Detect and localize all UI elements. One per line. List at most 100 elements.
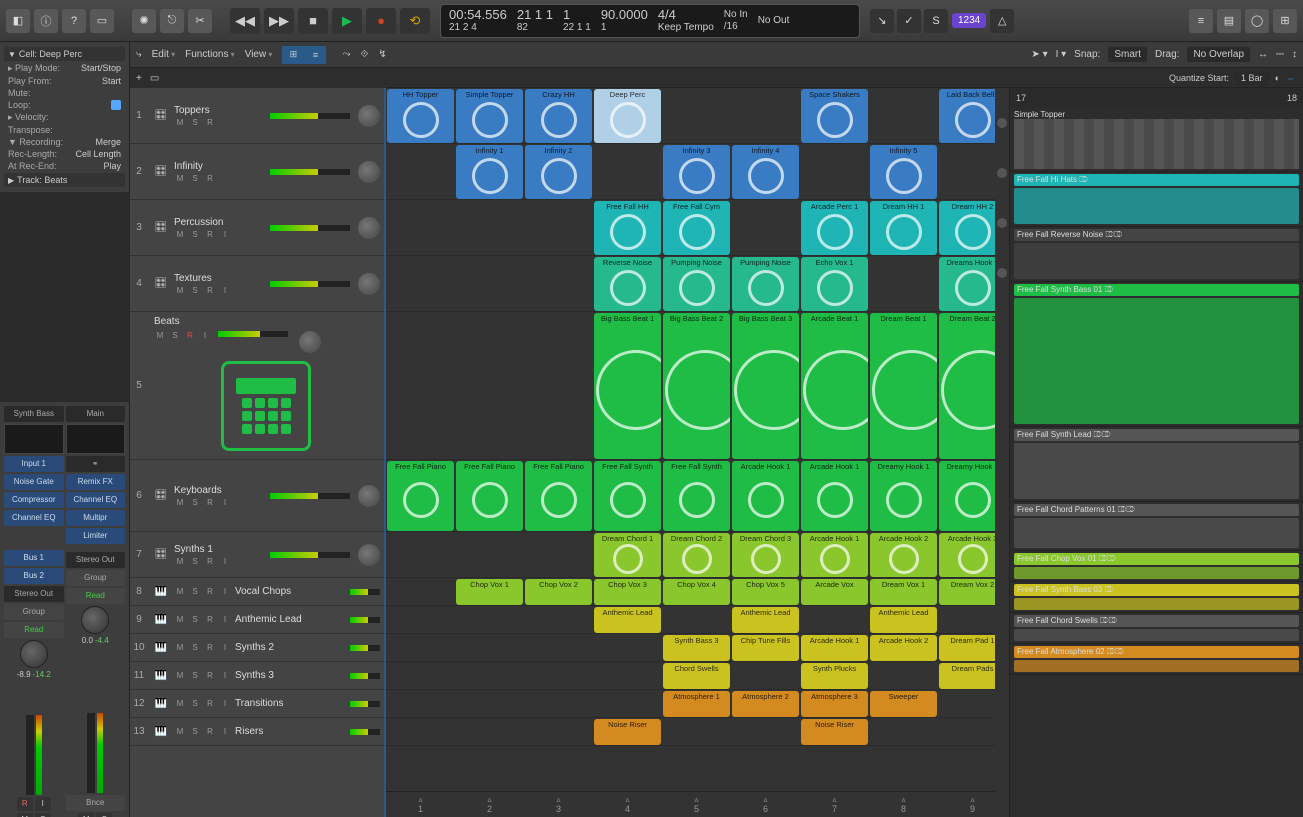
loop-cell[interactable]: Arcade Hook 3 <box>939 533 995 577</box>
scene-trigger[interactable]: ▵4 <box>593 792 662 817</box>
play-button[interactable]: ▶ <box>332 8 362 34</box>
loop-cell[interactable]: Arcade Hook 1 <box>801 635 868 661</box>
track-row[interactable]: 8 🎹 MSRI Vocal Chops <box>130 578 384 606</box>
loop-cell[interactable]: Anthemic Lead <box>870 607 937 633</box>
loop-cell[interactable]: Arcade Hook 1 <box>801 461 868 531</box>
loop-cell[interactable]: Chop Vox 4 <box>663 579 730 605</box>
library-button[interactable]: ◧ <box>6 9 30 33</box>
timeline-ruler[interactable]: 1718 <box>1010 88 1303 108</box>
loop-cell[interactable]: Crazy HH <box>525 89 592 143</box>
inspector-cell-header[interactable]: ▼Cell: Deep Perc <box>4 47 125 61</box>
empty-cell[interactable] <box>387 579 454 605</box>
empty-cell[interactable] <box>732 663 799 689</box>
loop-cell[interactable]: Reverse Noise <box>594 257 661 311</box>
empty-cell[interactable] <box>663 719 730 745</box>
text-tool[interactable]: I ▾ <box>1056 49 1067 60</box>
pan-knob[interactable] <box>358 544 380 566</box>
loop-cell[interactable]: Anthemic Lead <box>732 607 799 633</box>
cycle-button[interactable]: ⟲ <box>400 8 430 34</box>
loop-cell[interactable]: Chop Vox 2 <box>525 579 592 605</box>
loop-cell[interactable]: Dream Chord 2 <box>663 533 730 577</box>
empty-cell[interactable] <box>387 257 454 311</box>
track-row[interactable]: 12 🎹 MSRI Transitions <box>130 690 384 718</box>
zoom-h-icon[interactable]: ↔ <box>1258 49 1268 60</box>
loop-cell[interactable]: Chop Vox 1 <box>456 579 523 605</box>
timeline-region[interactable]: Simple Topper <box>1010 108 1303 172</box>
list-button[interactable]: ≡ <box>1189 9 1213 33</box>
track-row[interactable]: 10 🎹 MSRI Synths 2 <box>130 634 384 662</box>
autopunch-button[interactable]: ✓ <box>897 9 921 33</box>
loop-cell[interactable]: Dream Chord 3 <box>732 533 799 577</box>
timeline-region[interactable]: Free Fall Chord Patterns 01 ⎄⎄ <box>1010 502 1303 551</box>
waveform-zoom-icon[interactable]: ⎓ <box>1276 49 1284 60</box>
inspector-track-header[interactable]: ▶Track: Beats <box>4 173 125 187</box>
rewind-button[interactable]: ◀◀ <box>230 8 260 34</box>
empty-cell[interactable] <box>387 635 454 661</box>
loop-cell[interactable]: Noise Riser <box>594 719 661 745</box>
quantize-icon[interactable]: ◐ <box>1275 73 1280 83</box>
pan-knob[interactable] <box>358 217 380 239</box>
forward-button[interactable]: ▶▶ <box>264 8 294 34</box>
loop-row[interactable]: Loop: <box>4 99 125 111</box>
pan-knob[interactable] <box>358 161 380 183</box>
loop-cell[interactable]: Pumping Noise <box>663 257 730 311</box>
loop-cell[interactable]: Synth Bass 3 <box>663 635 730 661</box>
empty-cell[interactable] <box>870 89 937 143</box>
replace-button[interactable]: ↘ <box>870 9 894 33</box>
mute-button[interactable]: M <box>78 813 94 817</box>
smart-controls-button[interactable]: ✺ <box>132 9 156 33</box>
quick-help-button[interactable]: ? <box>62 9 86 33</box>
record-button[interactable]: ● <box>366 8 396 34</box>
recording-row[interactable]: ▼ Recording:Merge <box>4 136 125 148</box>
grid-view-toggle[interactable]: ⊞ <box>282 46 304 64</box>
pointer-tool[interactable]: ➤ ▾ <box>1031 49 1047 60</box>
loop-browser-button[interactable]: ◯ <box>1245 9 1269 33</box>
empty-cell[interactable] <box>939 145 995 199</box>
loop-cell[interactable]: Atmosphere 2 <box>732 691 799 717</box>
loop-cell[interactable]: Dream HH 1 <box>870 201 937 255</box>
track-row[interactable]: 5 Beats MSRI <box>130 312 384 460</box>
empty-cell[interactable] <box>456 201 523 255</box>
empty-cell[interactable] <box>525 201 592 255</box>
input-mon[interactable]: I <box>35 797 51 811</box>
timeline-region[interactable]: Free Fall Synth Lead ⎄⎄ <box>1010 427 1303 502</box>
loop-cell[interactable]: Simple Topper <box>456 89 523 143</box>
empty-cell[interactable] <box>456 533 523 577</box>
loop-cell[interactable]: Big Bass Beat 1 <box>594 313 661 459</box>
row-trigger[interactable] <box>997 218 1007 228</box>
lcd-display[interactable]: 00:54.55621 2 4 21 1 182 122 1 1 90.0000… <box>440 4 860 38</box>
list-view-toggle[interactable]: ≡ <box>304 46 326 64</box>
drag-dropdown[interactable]: No Overlap <box>1187 47 1250 62</box>
expand-icon[interactable]: ⇔ <box>1286 73 1295 83</box>
mute-row[interactable]: Mute: <box>4 87 125 99</box>
velocity-row[interactable]: ▸ Velocity: <box>4 111 125 124</box>
empty-cell[interactable] <box>456 313 523 459</box>
toolbar-button[interactable]: ▭ <box>90 9 114 33</box>
empty-cell[interactable] <box>939 607 995 633</box>
loop-cell[interactable]: Arcade Vox <box>801 579 868 605</box>
local-menu-icon[interactable]: ⤷ <box>136 49 142 60</box>
loop-cell[interactable]: HH Topper <box>387 89 454 143</box>
browser-button[interactable]: ⊞ <box>1273 9 1297 33</box>
count-in-button[interactable]: 1234 <box>952 13 986 28</box>
timeline-region[interactable]: Free Fall Hi Hats ⎄ <box>1010 172 1303 227</box>
inspector-button[interactable]: ⓘ <box>34 9 58 33</box>
empty-cell[interactable] <box>387 533 454 577</box>
solo-button[interactable]: S <box>96 813 112 817</box>
track-row[interactable]: 2 🎛 Infinity MSR <box>130 144 384 200</box>
pan-knob[interactable] <box>358 485 380 507</box>
scene-trigger[interactable]: ▵1 <box>386 792 455 817</box>
loop-cell[interactable]: Free Fall Synth <box>663 461 730 531</box>
empty-cell[interactable] <box>732 201 799 255</box>
track-row[interactable]: 9 🎹 MSRI Anthemic Lead <box>130 606 384 634</box>
track-row[interactable]: 7 🎛 Synths 1 MSRI <box>130 532 384 578</box>
timeline-region[interactable]: Free Fall Reverse Noise ⎄⎄ <box>1010 227 1303 282</box>
pan-knob[interactable] <box>358 273 380 295</box>
empty-cell[interactable] <box>387 313 454 459</box>
edit-menu[interactable]: Edit <box>152 49 175 60</box>
empty-cell[interactable] <box>870 719 937 745</box>
mute-button[interactable]: M <box>17 813 33 817</box>
loop-cell[interactable]: Big Bass Beat 2 <box>663 313 730 459</box>
scene-trigger[interactable]: ▵8 <box>869 792 938 817</box>
row-trigger[interactable] <box>997 268 1007 278</box>
